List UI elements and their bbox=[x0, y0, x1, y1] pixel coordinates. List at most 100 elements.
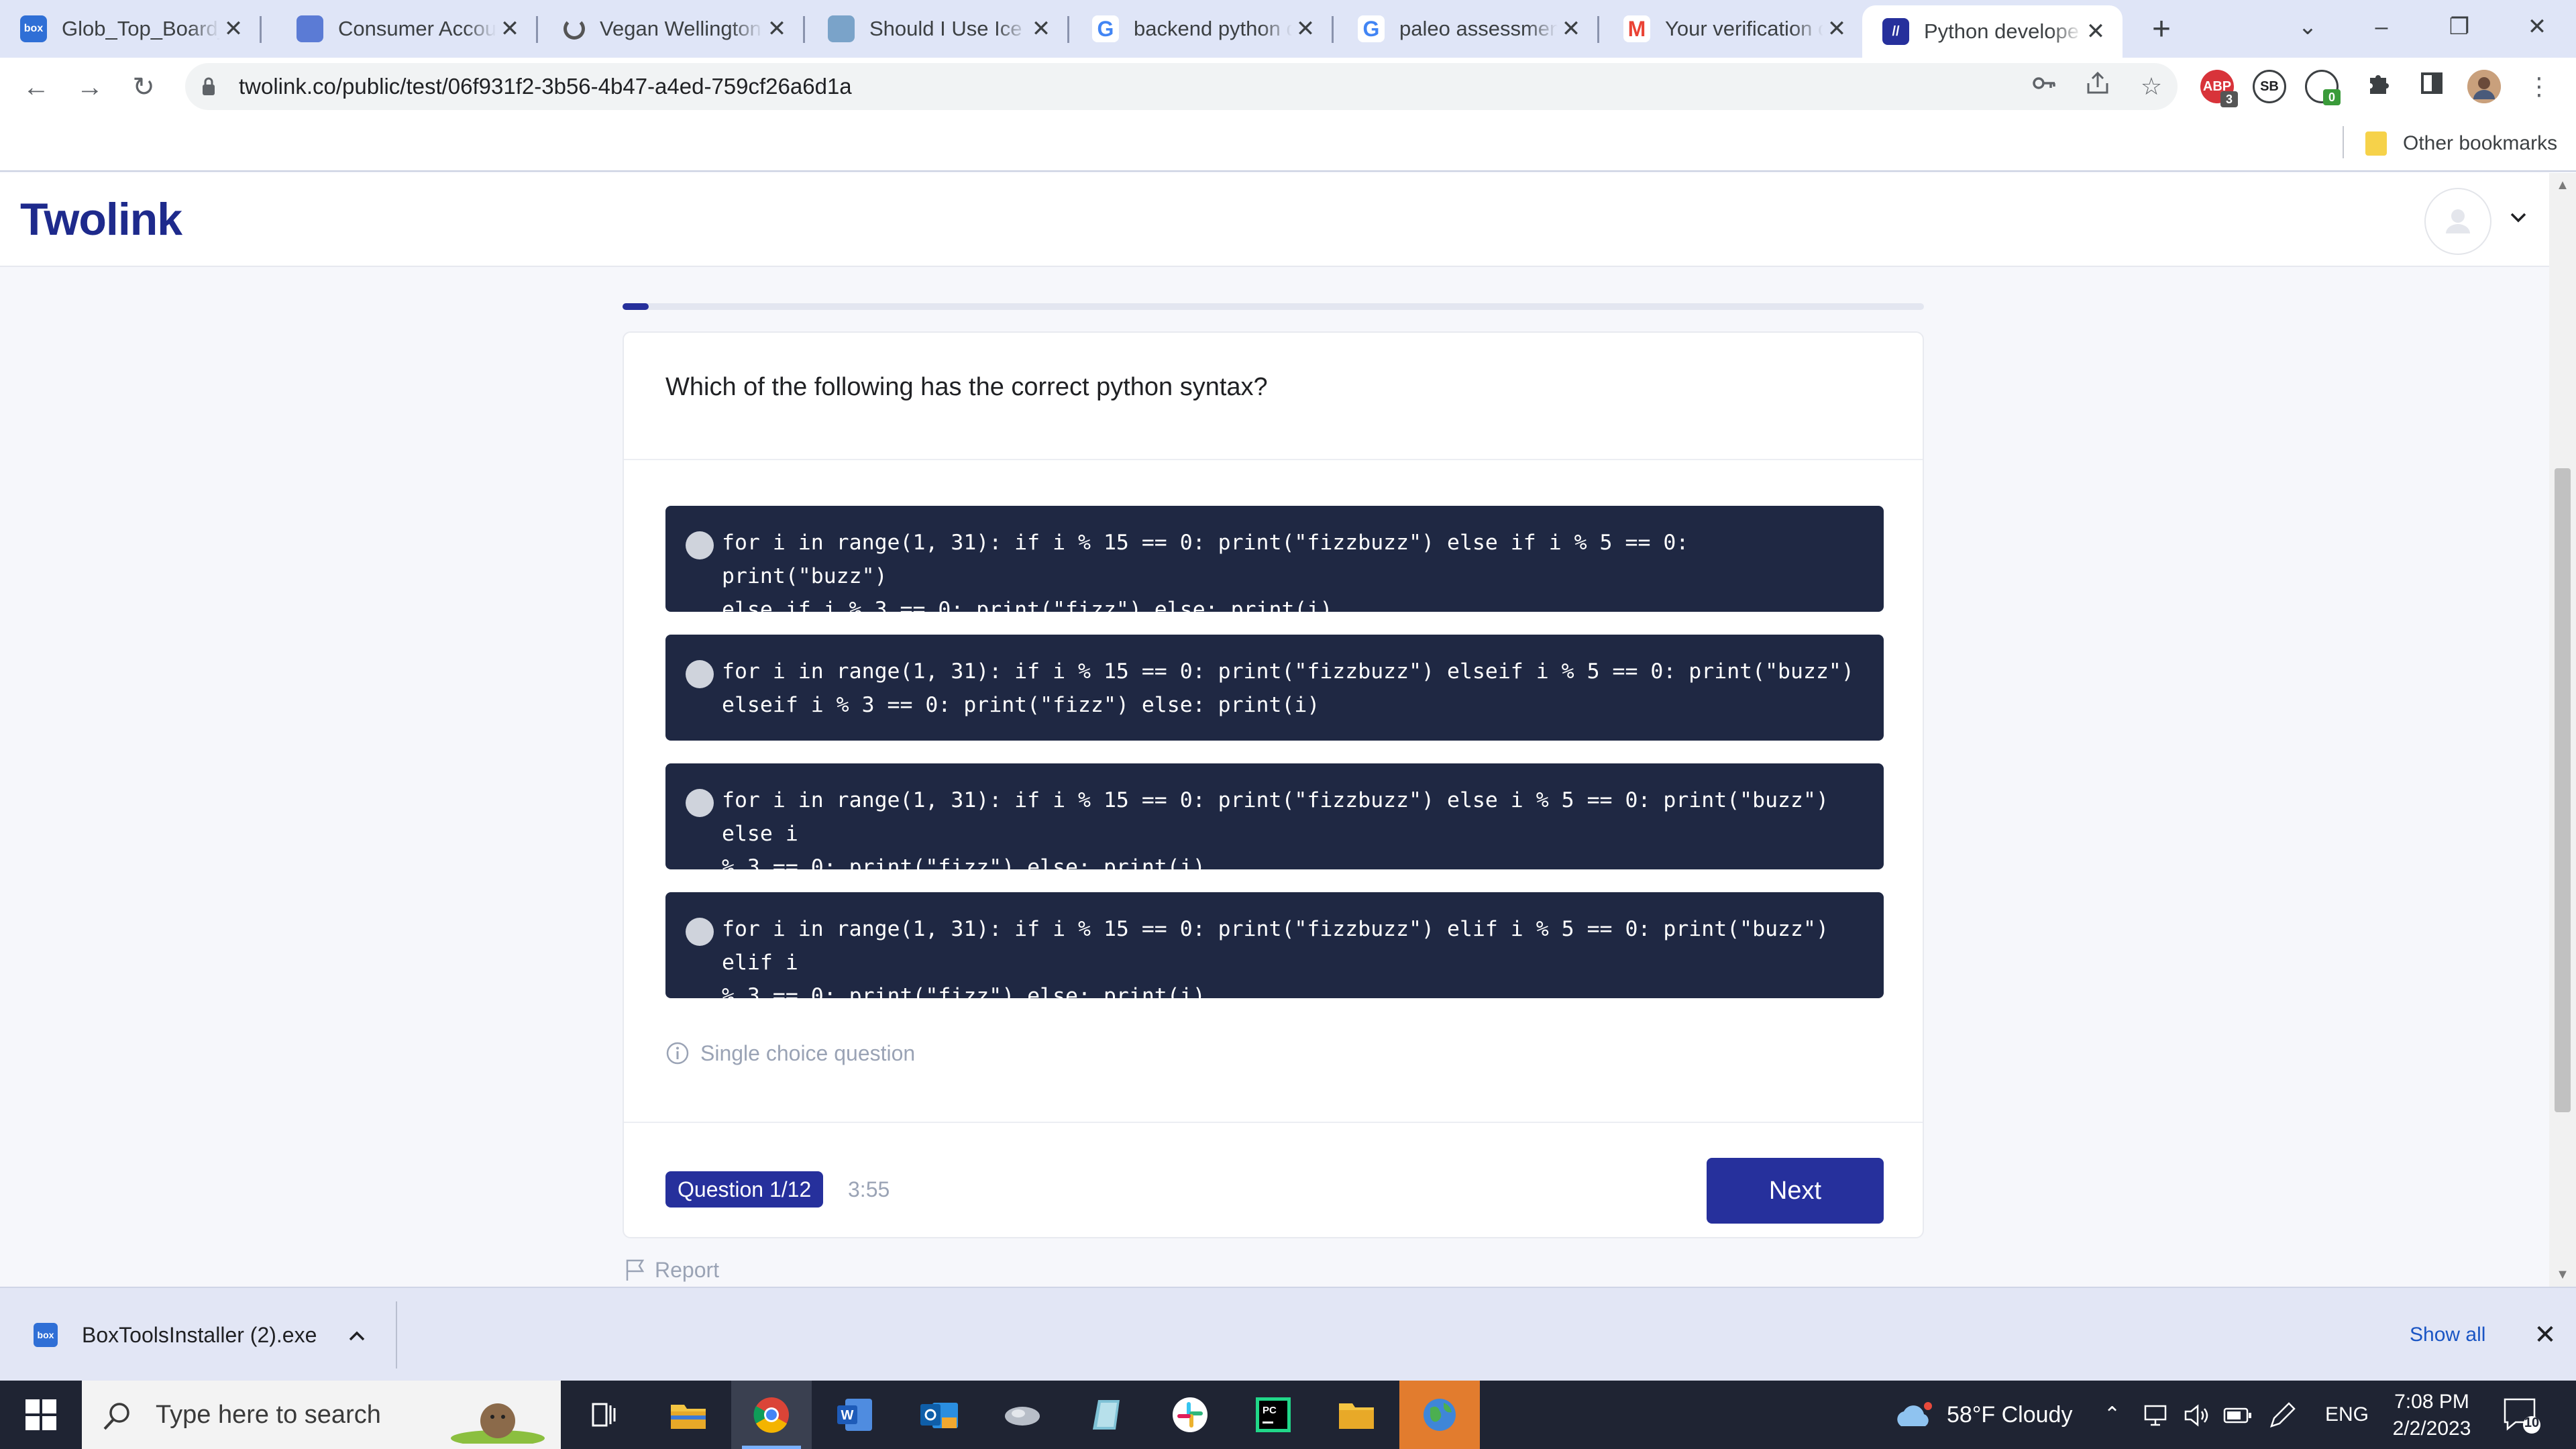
show-hidden-icons[interactable]: ⌃ bbox=[2104, 1381, 2121, 1449]
search-placeholder[interactable]: Type here to search bbox=[156, 1381, 381, 1449]
bookmark-star-icon[interactable]: ☆ bbox=[2135, 70, 2168, 103]
close-tab-icon[interactable]: ✕ bbox=[1292, 15, 1319, 42]
downloads-divider bbox=[396, 1301, 397, 1368]
answer-option-code: for i in range(1, 31): if i % 15 == 0: p… bbox=[722, 659, 1854, 717]
radio-button[interactable] bbox=[686, 660, 714, 688]
folder-icon[interactable] bbox=[1316, 1381, 1397, 1449]
taskbar-search-box[interactable]: Type here to search bbox=[82, 1381, 561, 1449]
browser-tab[interactable]: Gpaleo assessment ✕ bbox=[1338, 7, 1599, 51]
new-tab-button[interactable]: + bbox=[2144, 12, 2179, 47]
side-panel-icon[interactable] bbox=[2415, 70, 2449, 103]
close-tab-icon[interactable]: ✕ bbox=[496, 15, 523, 42]
browser-tab[interactable]: // Python develope ✕ bbox=[1862, 5, 2123, 58]
answer-option[interactable]: for i in range(1, 31): if i % 15 == 0: p… bbox=[665, 506, 1884, 622]
scroll-thumb[interactable] bbox=[2555, 468, 2571, 1112]
close-tab-icon[interactable]: ✕ bbox=[220, 15, 247, 42]
close-tab-icon[interactable]: ✕ bbox=[2082, 18, 2109, 45]
tab-search-icon[interactable]: ⌄ bbox=[2281, 7, 2334, 47]
language-indicator[interactable]: ENG bbox=[2325, 1381, 2369, 1449]
report-label[interactable]: Report bbox=[655, 1258, 719, 1283]
download-filename[interactable]: BoxToolsInstaller (2).exe bbox=[82, 1288, 317, 1382]
answer-option[interactable]: for i in range(1, 31): if i % 15 == 0: p… bbox=[665, 892, 1884, 1008]
next-button[interactable]: Next bbox=[1707, 1158, 1884, 1224]
question-card: Which of the following has the correct p… bbox=[623, 331, 1924, 1238]
browser-tab[interactable]: M Your verification c ✕ bbox=[1603, 7, 1864, 51]
report-link[interactable]: Report bbox=[624, 1254, 719, 1285]
close-tab-icon[interactable]: ✕ bbox=[1823, 15, 1850, 42]
minimize-icon[interactable]: – bbox=[2355, 7, 2408, 47]
close-window-icon[interactable]: ✕ bbox=[2510, 7, 2564, 47]
battery-icon[interactable] bbox=[2223, 1406, 2253, 1425]
browser-tab[interactable]: Gbackend python d ✕ bbox=[1072, 7, 1334, 51]
pycharm-icon[interactable]: PC bbox=[1233, 1381, 1313, 1449]
answer-option-code: for i in range(1, 31): if i % 15 == 0: p… bbox=[722, 531, 1689, 622]
restore-icon[interactable]: ❐ bbox=[2432, 7, 2486, 47]
svg-text:PC: PC bbox=[1263, 1405, 1277, 1416]
slack-icon[interactable] bbox=[1150, 1381, 1230, 1449]
tab-title: Should I Use Ice o bbox=[869, 17, 1028, 40]
user-avatar[interactable] bbox=[2424, 188, 2491, 255]
radio-button[interactable] bbox=[686, 918, 714, 946]
share-icon[interactable] bbox=[2081, 70, 2114, 103]
pen-icon[interactable] bbox=[2267, 1401, 2297, 1430]
mouse-app-icon[interactable] bbox=[982, 1381, 1063, 1449]
url-text[interactable]: twolink.co/public/test/06f931f2-3b56-4b4… bbox=[239, 63, 852, 110]
tab-title: Glob_Top_Board_ bbox=[62, 17, 220, 40]
question-type-hint: Single choice question bbox=[665, 1038, 915, 1068]
browser-tab[interactable]: Consumer Accou ✕ bbox=[276, 7, 538, 51]
reload-icon[interactable]: ↻ bbox=[125, 68, 162, 106]
volume-icon[interactable] bbox=[2183, 1403, 2210, 1428]
word-icon[interactable]: W bbox=[814, 1381, 895, 1449]
chevron-down-icon[interactable] bbox=[2505, 204, 2532, 231]
box-installer-icon: box bbox=[34, 1323, 58, 1347]
browser-menu-icon[interactable]: ⋮ bbox=[2522, 70, 2556, 103]
page-scrollbar[interactable]: ▲ ▼ bbox=[2549, 173, 2576, 1287]
browser-tab[interactable]: Vegan Wellington ✕ bbox=[543, 7, 805, 51]
downloads-bar: box BoxToolsInstaller (2).exe Show all ✕ bbox=[0, 1287, 2576, 1381]
close-downloads-icon[interactable]: ✕ bbox=[2532, 1322, 2559, 1348]
chevron-up-icon[interactable] bbox=[345, 1324, 369, 1348]
windows-start-icon[interactable] bbox=[0, 1381, 82, 1449]
show-all-downloads[interactable]: Show all bbox=[2410, 1288, 2485, 1382]
browser-tab[interactable]: Should I Use Ice o ✕ bbox=[808, 7, 1069, 51]
network-icon[interactable] bbox=[2143, 1403, 2174, 1428]
task-view-icon[interactable] bbox=[564, 1381, 644, 1449]
close-tab-icon[interactable]: ✕ bbox=[1028, 15, 1055, 42]
profile-avatar[interactable] bbox=[2467, 70, 2501, 103]
radio-button[interactable] bbox=[686, 531, 714, 559]
cloudy-weather-icon bbox=[1897, 1402, 1932, 1426]
search-icon bbox=[103, 1403, 129, 1430]
adblock-icon[interactable]: ABP 3 bbox=[2200, 70, 2238, 107]
answer-option[interactable]: for i in range(1, 31): if i % 15 == 0: p… bbox=[665, 763, 1884, 879]
back-icon[interactable]: ← bbox=[17, 68, 55, 106]
address-bar[interactable]: twolink.co/public/test/06f931f2-3b56-4b4… bbox=[185, 63, 2178, 110]
test-progress-bar bbox=[623, 303, 1924, 310]
extensions-puzzle-icon[interactable] bbox=[2361, 70, 2395, 103]
outlook-icon[interactable] bbox=[899, 1381, 979, 1449]
browser-tab[interactable]: box Glob_Top_Board_ ✕ bbox=[0, 7, 262, 51]
clock-time: 7:08 PM bbox=[2394, 1391, 2469, 1413]
chrome-icon[interactable] bbox=[731, 1381, 812, 1449]
browser-toolbar: ← → ↻ twolink.co/public/test/06f931f2-3b… bbox=[0, 58, 2576, 115]
notifications-icon[interactable]: 10 bbox=[2501, 1395, 2544, 1436]
taskbar-clock[interactable]: 7:08 PM 2/2/2023 bbox=[2375, 1389, 2489, 1442]
key-icon[interactable] bbox=[2027, 70, 2061, 103]
sb-icon[interactable]: SB bbox=[2253, 70, 2286, 103]
shield-ext-icon[interactable]: 0 bbox=[2305, 70, 2341, 105]
globe-app-icon[interactable] bbox=[1399, 1381, 1480, 1449]
answer-option[interactable]: for i in range(1, 31): if i % 15 == 0: p… bbox=[665, 635, 1884, 741]
notes-app-icon[interactable] bbox=[1067, 1381, 1147, 1449]
forward-icon[interactable]: → bbox=[71, 68, 109, 106]
file-explorer-icon[interactable] bbox=[648, 1381, 729, 1449]
radio-button[interactable] bbox=[686, 789, 714, 817]
weather-text[interactable]: 58°F Cloudy bbox=[1947, 1381, 2072, 1449]
other-bookmarks[interactable]: Other bookmarks bbox=[2403, 115, 2557, 172]
close-tab-icon[interactable]: ✕ bbox=[763, 15, 790, 42]
scroll-down-icon[interactable]: ▼ bbox=[2555, 1267, 2571, 1283]
test-progress-fill bbox=[623, 303, 649, 310]
scroll-up-icon[interactable]: ▲ bbox=[2555, 177, 2571, 193]
people-icon bbox=[297, 15, 323, 42]
twolink-logo[interactable]: Twolink bbox=[20, 193, 182, 246]
bookmarks-divider bbox=[2343, 126, 2344, 158]
close-tab-icon[interactable]: ✕ bbox=[1558, 15, 1585, 42]
